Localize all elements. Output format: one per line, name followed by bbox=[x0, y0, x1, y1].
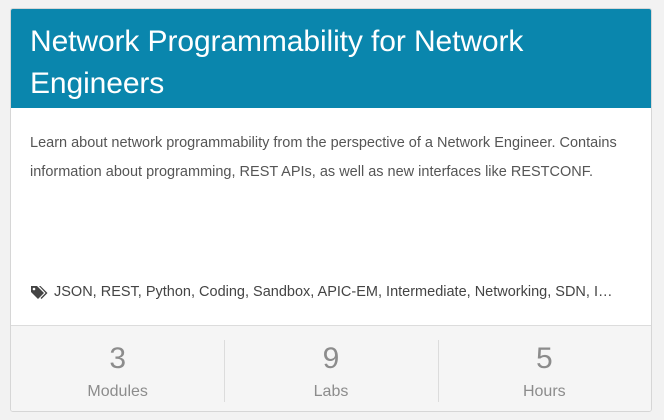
tags-row: JSON, REST, Python, Coding, Sandbox, API… bbox=[30, 281, 632, 303]
stat-hours-value: 5 bbox=[535, 342, 553, 375]
stat-labs-label: Labs bbox=[313, 383, 349, 400]
tags-icon bbox=[31, 286, 48, 299]
card-body: Learn about network programmability from… bbox=[11, 108, 651, 324]
stat-modules: 3 Modules bbox=[11, 326, 224, 411]
stat-labs: 9 Labs bbox=[224, 326, 437, 411]
stat-hours: 5 Hours bbox=[437, 326, 651, 411]
card-stats: 3 Modules 9 Labs 5 Hours bbox=[11, 325, 651, 411]
card-title[interactable]: Network Programmability for Network Engi… bbox=[30, 21, 632, 105]
tags-list: JSON, REST, Python, Coding, Sandbox, API… bbox=[54, 284, 613, 300]
stat-hours-label: Hours bbox=[522, 383, 566, 400]
stat-labs-value: 9 bbox=[322, 342, 340, 375]
card-header[interactable]: Network Programmability for Network Engi… bbox=[11, 9, 651, 108]
learning-track-card[interactable]: Network Programmability for Network Engi… bbox=[10, 8, 652, 412]
stat-modules-label: Modules bbox=[87, 383, 148, 400]
stat-modules-value: 3 bbox=[109, 342, 126, 375]
card-description: Learn about network programmability from… bbox=[30, 135, 617, 180]
